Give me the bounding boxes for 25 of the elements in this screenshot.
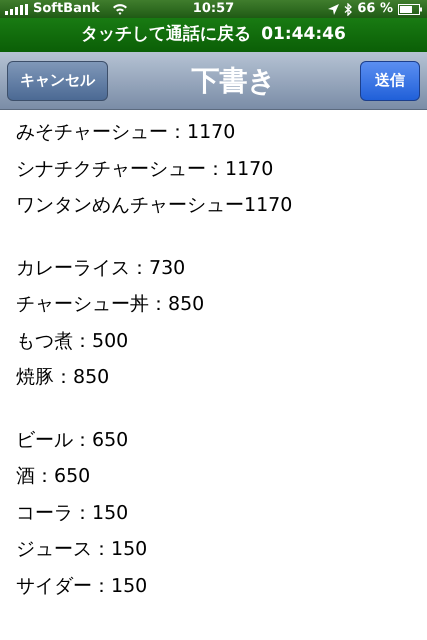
nav-title: 下書き <box>192 62 276 98</box>
battery-percent: 66 % <box>357 0 393 18</box>
note-line: コーラ：150 <box>16 500 130 526</box>
note-line: カレーライス：730 <box>16 256 186 280</box>
send-button[interactable]: 送信 <box>360 60 420 100</box>
bluetooth-icon <box>344 2 352 16</box>
location-arrow-icon <box>328 4 340 14</box>
note-line: 焼豚：850 <box>16 365 110 390</box>
call-return-text: タッチして通話に戻る <box>81 23 252 46</box>
note-line: 酒：650 <box>16 464 92 489</box>
battery-icon <box>398 4 422 14</box>
note-line: ビール：650 <box>16 428 130 452</box>
note-line: もつ煮：500 <box>16 328 130 354</box>
cancel-button[interactable]: キャンセル <box>7 60 108 100</box>
note-line: ジュース：150 <box>16 537 148 562</box>
carrier-name: SoftBank <box>33 0 100 18</box>
note-line: サイダー：150 <box>16 574 148 598</box>
note-line: みそチャーシュー：1170 <box>16 120 236 145</box>
note-line: ワンタンめんチャーシュー1170 <box>16 193 294 218</box>
signal-icon <box>5 4 29 14</box>
note-line: シナチクチャーシュー：1170 <box>16 156 274 182</box>
note-line: チャーシュー丼：850 <box>16 292 206 317</box>
call-duration: 01:44:46 <box>261 23 346 46</box>
status-time: 10:57 <box>192 0 236 18</box>
wifi-icon <box>112 3 128 15</box>
